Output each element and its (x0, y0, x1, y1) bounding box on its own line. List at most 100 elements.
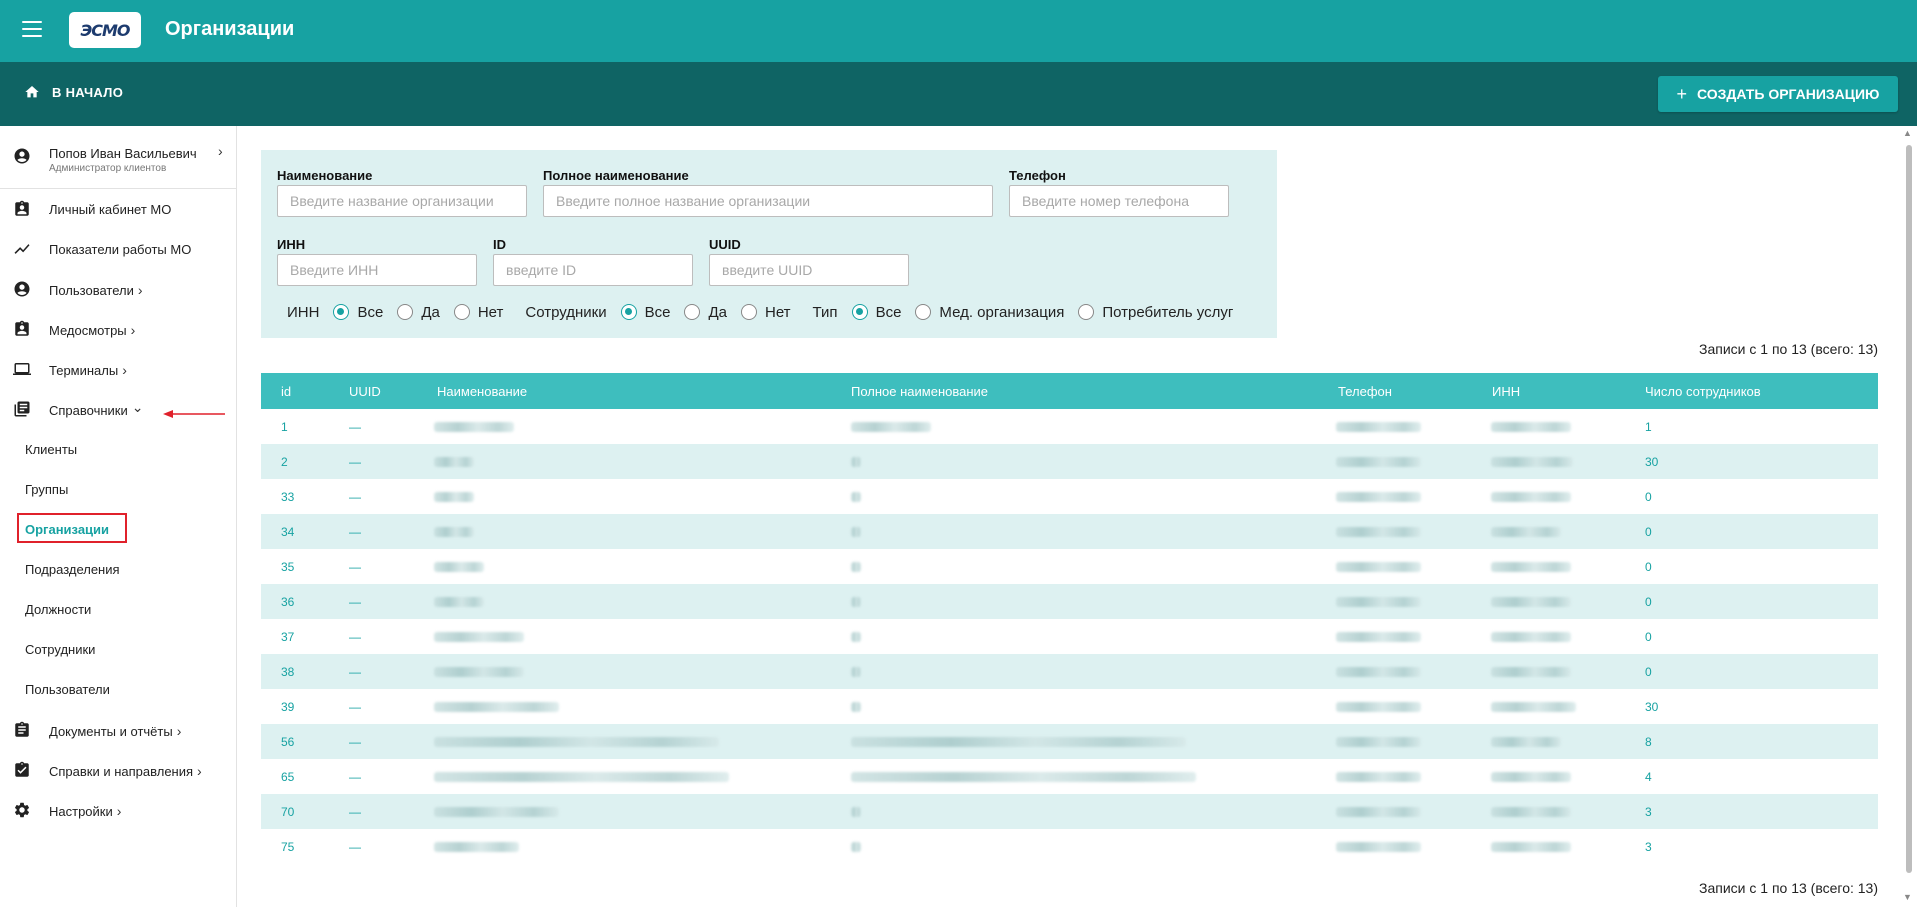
cell-phone-redacted (1336, 667, 1421, 677)
chevron-right-icon: › (130, 322, 136, 338)
inn-radio-yes[interactable]: Да (397, 304, 440, 321)
employees-radio-all[interactable]: Все (620, 304, 670, 321)
table-row[interactable]: 65 — 4 (261, 759, 1878, 794)
sidebar-item-label: Документы и отчёты › (49, 723, 182, 739)
cell-id[interactable]: 2 (281, 455, 288, 469)
cell-uuid: — (349, 630, 361, 644)
table-row[interactable]: 34 — 0 (261, 514, 1878, 549)
cell-id[interactable]: 33 (281, 490, 294, 504)
table-row[interactable]: 38 — 0 (261, 654, 1878, 689)
cell-inn-redacted (1491, 842, 1571, 852)
cell-name-redacted (434, 667, 524, 677)
sidebar-subitem-employees[interactable]: Сотрудники (25, 642, 95, 657)
employees-radio-yes[interactable]: Да (684, 304, 727, 321)
sidebar-subitem-groups[interactable]: Группы (25, 482, 68, 497)
column-header-fullname[interactable]: Полное наименование (851, 384, 988, 399)
radio-unchecked-icon (397, 304, 414, 320)
cell-id[interactable]: 35 (281, 560, 294, 574)
sidebar-item-indicators[interactable]: Показатели работы МО (0, 229, 236, 269)
records-count-top: Записи с 1 по 13 (всего: 13) (1699, 341, 1878, 357)
cell-inn-redacted (1491, 807, 1571, 817)
column-header-phone[interactable]: Телефон (1338, 384, 1392, 399)
cell-id[interactable]: 39 (281, 700, 294, 714)
type-radio-medical[interactable]: Мед. организация (915, 304, 1064, 321)
type-radio-consumer[interactable]: Потребитель услуг (1078, 304, 1233, 321)
sidebar-subitem-clients[interactable]: Клиенты (25, 442, 77, 457)
cell-id[interactable]: 56 (281, 735, 294, 749)
uuid-filter-input[interactable] (709, 254, 909, 286)
cell-id[interactable]: 34 (281, 525, 294, 539)
sidebar-subitem-departments[interactable]: Подразделения (25, 562, 120, 577)
table-row[interactable]: 35 — 0 (261, 549, 1878, 584)
cell-fullname-redacted (851, 492, 861, 502)
home-link[interactable]: В НАЧАЛО (24, 84, 123, 100)
sidebar-item-certificates[interactable]: Справки и направления › (0, 750, 236, 790)
phone-filter-input[interactable] (1009, 185, 1229, 217)
scroll-up-arrow-icon[interactable]: ▲ (1903, 128, 1912, 138)
cell-uuid: — (349, 560, 361, 574)
inn-filter-input[interactable] (277, 254, 477, 286)
cell-id[interactable]: 1 (281, 420, 288, 434)
column-header-id[interactable]: id (281, 384, 291, 399)
column-header-uuid[interactable]: UUID (349, 384, 381, 399)
cell-uuid: — (349, 805, 361, 819)
user-profile[interactable]: Попов Иван Васильевич Администратор клие… (0, 126, 236, 189)
table-row[interactable]: 33 — 0 (261, 479, 1878, 514)
radio-unchecked-icon (741, 304, 757, 320)
id-filter-input[interactable] (493, 254, 693, 286)
action-bar: В НАЧАЛО + СОЗДАТЬ ОРГАНИЗАЦИЮ (0, 62, 1917, 126)
sidebar-item-settings[interactable]: Настройки › (0, 790, 236, 830)
cell-id[interactable]: 75 (281, 840, 294, 854)
organizations-table: id UUID Наименование Полное наименование… (261, 373, 1878, 864)
menu-icon[interactable] (22, 21, 42, 37)
table-row[interactable]: 2 — 30 (261, 444, 1878, 479)
sidebar-item-terminals[interactable]: Терминалы › (0, 349, 236, 389)
laptop-icon (13, 363, 31, 375)
cell-id[interactable]: 70 (281, 805, 294, 819)
create-organization-label: СОЗДАТЬ ОРГАНИЗАЦИЮ (1697, 86, 1880, 102)
inn-radio-no[interactable]: Нет (453, 304, 503, 321)
cell-inn-redacted (1491, 597, 1571, 607)
table-row[interactable]: 1 — 1 (261, 409, 1878, 444)
cell-inn-redacted (1491, 632, 1571, 642)
cell-phone-redacted (1336, 597, 1421, 607)
column-header-inn[interactable]: ИНН (1492, 384, 1520, 399)
scrollbar-thumb[interactable] (1906, 145, 1912, 873)
cell-employees: 4 (1645, 770, 1652, 784)
create-organization-button[interactable]: + СОЗДАТЬ ОРГАНИЗАЦИЮ (1658, 76, 1898, 112)
cell-fullname-redacted (851, 702, 861, 712)
table-row[interactable]: 75 — 3 (261, 829, 1878, 864)
employees-radio-no[interactable]: Нет (741, 304, 791, 321)
column-header-name[interactable]: Наименование (437, 384, 527, 399)
cell-id[interactable]: 65 (281, 770, 294, 784)
radio-checked-icon (851, 304, 868, 320)
app-logo[interactable]: ЭСМО (69, 12, 141, 48)
cell-id[interactable]: 36 (281, 595, 294, 609)
inn-radio-all[interactable]: Все (333, 304, 383, 321)
scroll-down-arrow-icon[interactable]: ▼ (1903, 892, 1912, 902)
sidebar-item-cabinet[interactable]: Личный кабинет МО (0, 189, 236, 229)
table-row[interactable]: 70 — 3 (261, 794, 1878, 829)
table-row[interactable]: 37 — 0 (261, 619, 1878, 654)
type-radio-all[interactable]: Все (851, 304, 901, 321)
annotation-highlight-box (17, 513, 127, 543)
sidebar-item-medchecks[interactable]: Медосмотры › (0, 309, 236, 349)
cell-id[interactable]: 37 (281, 630, 294, 644)
cell-inn-redacted (1491, 422, 1571, 432)
sidebar-item-label: Пользователи › (49, 282, 143, 298)
table-row[interactable]: 39 — 30 (261, 689, 1878, 724)
sidebar-item-users[interactable]: Пользователи › (0, 269, 236, 309)
fullname-filter-input[interactable] (543, 185, 993, 217)
sidebar-item-label: Справочники ⌄ (49, 399, 144, 418)
cell-id[interactable]: 38 (281, 665, 294, 679)
sidebar-subitem-users[interactable]: Пользователи (25, 682, 110, 697)
table-row[interactable]: 36 — 0 (261, 584, 1878, 619)
sidebar-item-documents[interactable]: Документы и отчёты › (0, 710, 236, 750)
column-header-employees[interactable]: Число сотрудников (1645, 384, 1761, 399)
sidebar: Попов Иван Васильевич Администратор клие… (0, 126, 237, 907)
name-filter-input[interactable] (277, 185, 527, 217)
table-row[interactable]: 56 — 8 (261, 724, 1878, 759)
cell-name-redacted (434, 632, 524, 642)
cell-phone-redacted (1336, 562, 1421, 572)
sidebar-subitem-positions[interactable]: Должности (25, 602, 91, 617)
